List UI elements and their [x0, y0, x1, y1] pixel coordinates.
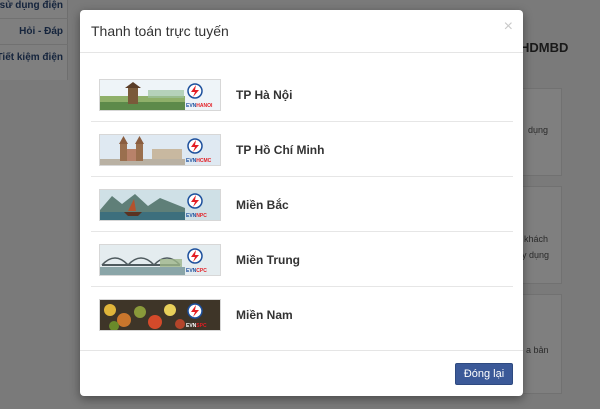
online-payment-modal: Thanh toán trực tuyến × EVNHANOI TP Hà N…	[80, 10, 523, 396]
region-name[interactable]: Miền Bắc	[236, 198, 289, 212]
region-name[interactable]: TP Hà Nội	[236, 88, 292, 102]
logo-text: EVNSPC	[186, 323, 207, 329]
region-item-hanoi[interactable]: EVNHANOI TP Hà Nội	[91, 67, 513, 122]
logo-text: EVNHANOI	[186, 103, 213, 109]
region-item-north[interactable]: EVNNPC Miền Bắc	[91, 177, 513, 232]
logo-text: EVNNPC	[186, 213, 207, 219]
region-item-hcmc[interactable]: EVNHCMC TP Hồ Chí Minh	[91, 122, 513, 177]
logo-text: EVNHCMC	[186, 158, 212, 164]
region-item-central[interactable]: EVNCPC Miền Trung	[91, 232, 513, 287]
evn-hcmc-logo[interactable]: EVNHCMC	[99, 134, 221, 166]
region-name[interactable]: Miền Trung	[236, 253, 300, 267]
evn-spc-logo[interactable]: EVNSPC	[99, 299, 221, 331]
evn-cpc-logo[interactable]: EVNCPC	[99, 244, 221, 276]
modal-header: Thanh toán trực tuyến ×	[80, 10, 523, 53]
close-icon[interactable]: ×	[504, 19, 513, 35]
modal-footer: Đóng lại	[80, 350, 523, 396]
region-name[interactable]: TP Hồ Chí Minh	[236, 143, 324, 157]
evn-hanoi-logo[interactable]: EVNHANOI	[99, 79, 221, 111]
close-button[interactable]: Đóng lại	[455, 363, 513, 385]
region-name[interactable]: Miền Nam	[236, 308, 293, 322]
logo-text: EVNCPC	[186, 268, 207, 274]
region-item-south[interactable]: EVNSPC Miền Nam	[91, 287, 513, 342]
region-list: EVNHANOI TP Hà Nội EVNHCMC TP Hồ Chí Min…	[91, 67, 513, 342]
evn-npc-logo[interactable]: EVNNPC	[99, 189, 221, 221]
modal-title: Thanh toán trực tuyến	[91, 23, 229, 39]
